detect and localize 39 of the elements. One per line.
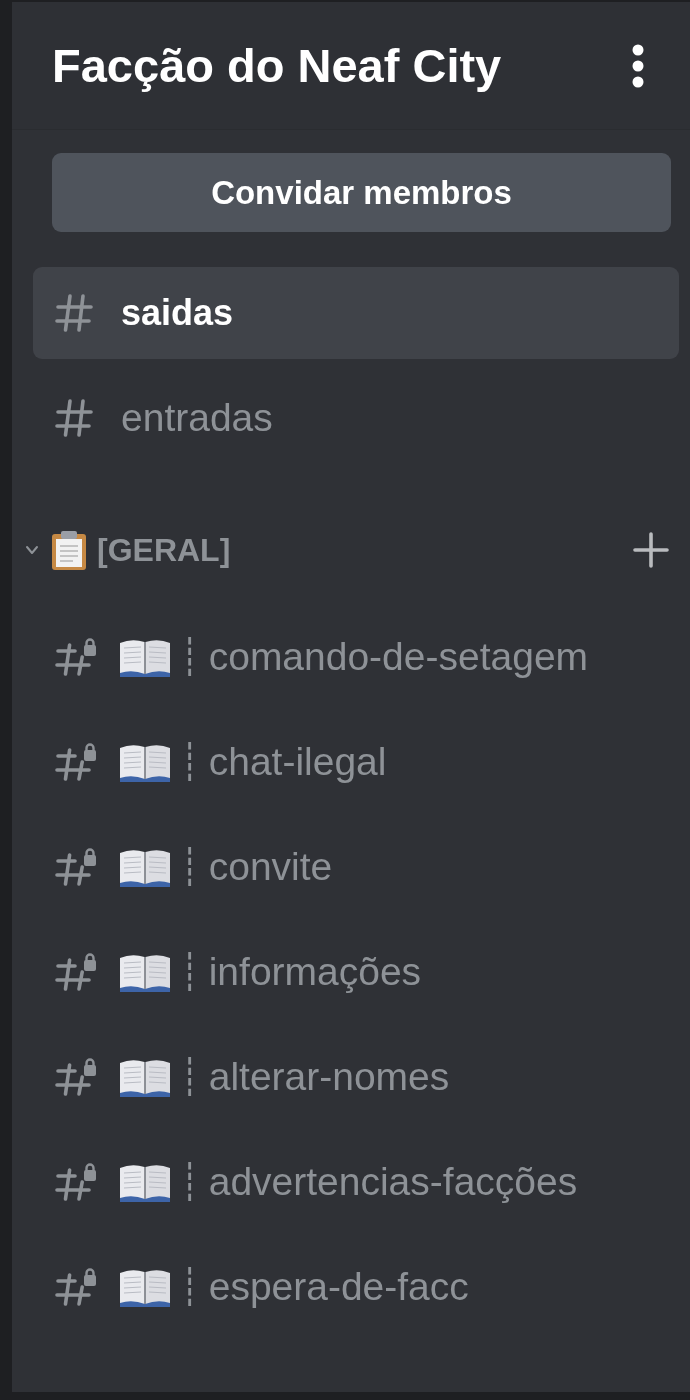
channel-name: alterar-nomes (208, 1055, 450, 1099)
dashed-separator: ┊ (179, 1059, 201, 1095)
channel-item[interactable]: ┊ informações (33, 926, 679, 1018)
open-book-icon (119, 847, 171, 887)
channel-name: comando-de-setagem (208, 635, 589, 679)
chevron-icon[interactable] (25, 543, 39, 557)
more-options-icon[interactable] (631, 43, 645, 88)
channel-item[interactable]: ┊ espera-de-facc (33, 1241, 679, 1333)
dashed-separator: ┊ (179, 744, 201, 780)
category-name[interactable]: [GERAL] (97, 531, 633, 569)
dashed-separator: ┊ (179, 639, 201, 675)
add-channel-icon[interactable] (633, 532, 669, 568)
open-book-icon (119, 1162, 171, 1202)
open-book-icon (119, 742, 171, 782)
channel-name: informações (208, 950, 422, 994)
open-book-icon (119, 637, 171, 677)
channel-name: convite (208, 845, 333, 889)
open-book-icon (119, 1267, 171, 1307)
dashed-separator: ┊ (179, 849, 201, 885)
clipboard-icon (51, 530, 87, 570)
channel-name: advertencias-facções (208, 1160, 578, 1204)
channel-item[interactable]: ┊ comando-de-setagem (33, 611, 679, 703)
channel-name: chat-ilegal (208, 740, 387, 784)
dashed-separator: ┊ (179, 1164, 201, 1200)
channel-item[interactable]: ┊ alterar-nomes (33, 1031, 679, 1123)
dashed-separator: ┊ (179, 954, 201, 990)
channel-item[interactable]: ┊ convite (33, 821, 679, 913)
open-book-icon (119, 952, 171, 992)
server-name: Facção do Neaf City (52, 38, 502, 93)
channel-item[interactable]: ┊ chat-ilegal (33, 716, 679, 808)
selected-channel-item[interactable]: saidas (33, 267, 679, 359)
channel-name: espera-de-facc (208, 1265, 469, 1309)
invite-members-button[interactable]: Convidar membros (52, 153, 671, 232)
channel-item[interactable]: ┊ advertencias-facções (33, 1136, 679, 1228)
dashed-separator: ┊ (179, 1269, 201, 1305)
channel-item[interactable]: entradas (33, 372, 679, 464)
channel-name: saidas (121, 292, 234, 334)
open-book-icon (119, 1057, 171, 1097)
channel-name: entradas (121, 396, 273, 440)
